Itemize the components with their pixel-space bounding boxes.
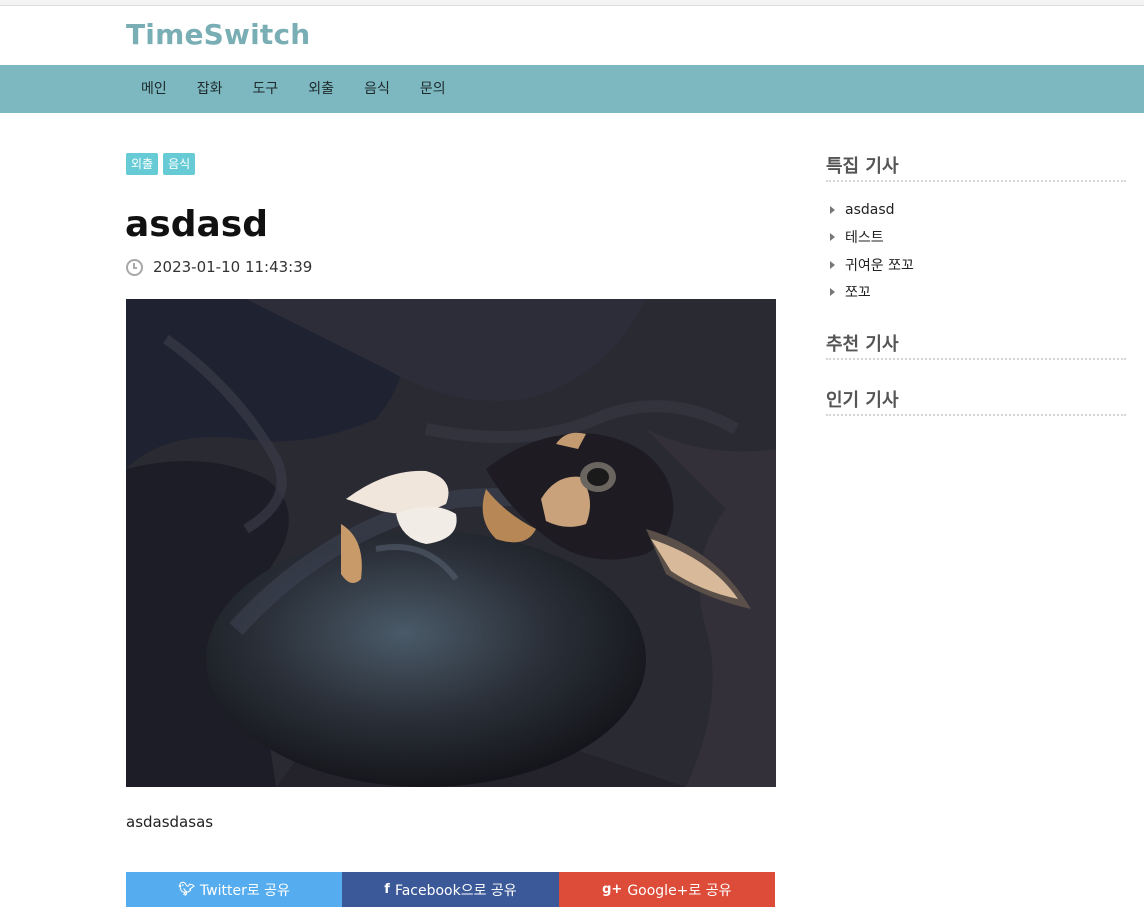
featured-widget: 특집 기사 asdasd 테스트 귀여운 쪼꼬 쪼꼬 [826, 152, 1126, 306]
nav-item-goods[interactable]: 잡화 [182, 65, 238, 113]
caret-right-icon [830, 260, 835, 269]
share-twitter-label: Twitter로 공유 [199, 882, 290, 899]
featured-item-label: 귀여운 쪼꼬 [845, 257, 914, 274]
recommended-title: 추천 기사 [826, 330, 1126, 360]
featured-item-label: 테스트 [845, 230, 884, 247]
featured-item[interactable]: 테스트 [826, 224, 1126, 252]
share-facebook-label: Facebook으로 공유 [394, 882, 517, 899]
popular-title: 인기 기사 [826, 386, 1126, 416]
nav-item-tools[interactable]: 도구 [238, 65, 294, 113]
post-date-text: 2023-01-10 11:43:39 [153, 258, 313, 276]
site-logo[interactable]: TimeSwitch [126, 18, 310, 51]
nav-item-main[interactable]: 메인 [126, 65, 182, 113]
post-body: asdasdasas [126, 813, 214, 831]
share-google-label: Google+로 공유 [627, 882, 732, 899]
featured-item[interactable]: 귀여운 쪼꼬 [826, 251, 1126, 279]
clock-icon [126, 258, 143, 276]
featured-list: asdasd 테스트 귀여운 쪼꼬 쪼꼬 [826, 196, 1126, 306]
recommended-widget: 추천 기사 [826, 330, 1126, 360]
dog-photo-illustration [126, 299, 776, 787]
facebook-icon: f [384, 882, 390, 897]
featured-title: 특집 기사 [826, 152, 1126, 182]
popular-widget: 인기 기사 [826, 386, 1126, 416]
post-image [126, 299, 776, 787]
share-facebook-button[interactable]: f Facebook으로 공유 [342, 872, 559, 907]
caret-right-icon [830, 288, 835, 297]
post-title: asdasd [125, 204, 268, 245]
google-plus-icon: g+ [602, 882, 623, 897]
caret-right-icon [830, 233, 835, 242]
nav-item-food[interactable]: 음식 [349, 65, 405, 113]
featured-item[interactable]: asdasd [826, 196, 1126, 224]
share-bar: 🐦︎ Twitter로 공유 f Facebook으로 공유 g+ Google… [126, 872, 775, 907]
post-date: 2023-01-10 11:43:39 [126, 258, 312, 276]
twitter-icon: 🐦︎ [178, 882, 195, 897]
featured-item-label: asdasd [845, 201, 895, 218]
tag-food[interactable]: 음식 [163, 153, 196, 175]
featured-item-label: 쪼꼬 [845, 285, 871, 302]
share-google-button[interactable]: g+ Google+로 공유 [558, 872, 775, 907]
nav-item-contact[interactable]: 문의 [405, 65, 461, 113]
tag-outing[interactable]: 외출 [126, 153, 159, 175]
featured-item[interactable]: 쪼꼬 [826, 279, 1126, 307]
browser-top-border [0, 0, 1144, 6]
nav-item-outing[interactable]: 외출 [293, 65, 349, 113]
main-nav: 메인 잡화 도구 외출 음식 문의 [0, 65, 1144, 113]
post-tags: 외출 음식 [126, 153, 196, 175]
share-twitter-button[interactable]: 🐦︎ Twitter로 공유 [126, 872, 343, 907]
caret-right-icon [830, 205, 835, 214]
